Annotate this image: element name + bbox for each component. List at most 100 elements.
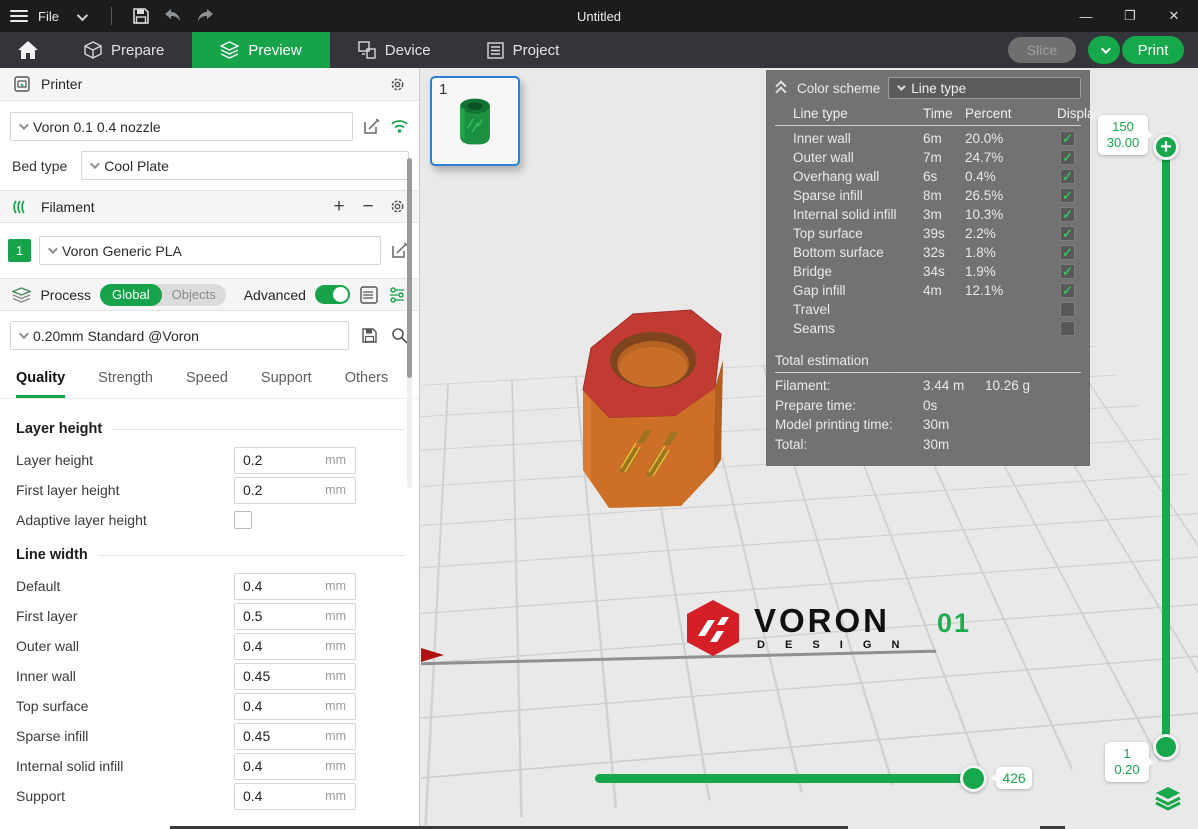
display-checkbox[interactable]: ✓ — [1060, 283, 1075, 298]
setting-value-field[interactable] — [235, 788, 305, 804]
tab-project[interactable]: Project — [459, 32, 588, 68]
wifi-icon[interactable] — [389, 117, 409, 137]
filament-slot-badge[interactable]: 1 — [8, 239, 31, 262]
setting-input[interactable]: mm — [234, 633, 356, 660]
process-list-icon[interactable] — [359, 285, 378, 305]
save-preset-icon[interactable] — [359, 326, 379, 346]
printer-settings-gear-icon[interactable] — [387, 74, 407, 94]
setting-value-field[interactable] — [235, 638, 305, 654]
process-tab-speed[interactable]: Speed — [186, 362, 228, 398]
close-button[interactable]: ✕ — [1156, 3, 1192, 29]
setting-value-field[interactable] — [235, 452, 305, 468]
display-checkbox[interactable]: ✓ — [1060, 131, 1075, 146]
setting-value-field[interactable] — [235, 698, 305, 714]
file-menu-chevron[interactable] — [69, 8, 93, 24]
search-icon[interactable] — [389, 326, 409, 346]
setting-label: Default — [16, 578, 234, 594]
sliced-model[interactable] — [561, 300, 741, 525]
tab-prepare[interactable]: Prepare — [56, 32, 192, 68]
setting-value-field[interactable] — [235, 608, 305, 624]
slice-button[interactable]: Slice — [1008, 37, 1076, 63]
setting-value-field[interactable] — [235, 728, 305, 744]
display-checkbox[interactable]: ✓ — [1060, 264, 1075, 279]
voron-hexagon-icon — [684, 598, 742, 658]
filament-select[interactable]: Voron Generic PLA — [39, 236, 381, 265]
setting-row: Internal solid infill mm — [0, 751, 420, 781]
display-checkbox[interactable]: ✓ — [1060, 207, 1075, 222]
setting-value-field[interactable] — [235, 668, 305, 684]
display-checkbox[interactable]: ✓ — [1060, 188, 1075, 203]
bed-type-select[interactable]: Cool Plate — [81, 151, 409, 180]
setting-row: Inner wall mm — [0, 661, 420, 691]
redo-icon[interactable] — [194, 5, 216, 27]
advanced-label: Advanced — [244, 287, 306, 303]
step-slider[interactable] — [595, 774, 985, 783]
line-type-percent: 26.5% — [965, 188, 1057, 203]
setting-value-field[interactable] — [235, 482, 305, 498]
print-dropdown-button[interactable] — [1088, 36, 1120, 64]
process-tab-support[interactable]: Support — [261, 362, 312, 398]
color-scheme-select[interactable]: Line type — [888, 77, 1081, 99]
collapse-panel-icon[interactable] — [775, 81, 789, 95]
display-checkbox[interactable] — [1060, 321, 1075, 336]
minimize-button[interactable]: — — [1068, 3, 1104, 29]
setting-input[interactable]: mm — [234, 573, 356, 600]
tab-device[interactable]: Device — [330, 32, 459, 68]
setting-input[interactable]: mm — [234, 783, 356, 810]
setting-value-field[interactable] — [235, 758, 305, 774]
scrollbar-thumb[interactable] — [407, 158, 412, 378]
save-icon[interactable] — [130, 5, 152, 27]
toggle-objects[interactable]: Objects — [162, 287, 226, 302]
print-button[interactable]: Print — [1122, 36, 1184, 64]
setting-input[interactable]: mm — [234, 663, 356, 690]
step-slider-handle[interactable] — [960, 765, 987, 792]
setting-input[interactable]: mm — [234, 753, 356, 780]
remove-filament-button[interactable]: − — [358, 198, 378, 216]
undo-icon[interactable] — [162, 5, 184, 27]
setting-input[interactable]: mm — [234, 693, 356, 720]
printer-edit-icon[interactable] — [361, 117, 381, 137]
settings-scrollbar[interactable] — [407, 158, 412, 488]
legend-row: Travel — [775, 300, 1081, 319]
line-type-label: Inner wall — [793, 131, 923, 146]
process-parameters-icon[interactable] — [388, 285, 407, 305]
setting-input[interactable]: mm — [234, 477, 356, 504]
filament-settings-gear-icon[interactable] — [387, 197, 407, 217]
plate-number: 1 — [439, 81, 447, 98]
hamburger-menu-icon[interactable] — [10, 10, 28, 22]
add-filament-button[interactable]: + — [329, 198, 349, 216]
advanced-toggle[interactable] — [315, 285, 350, 304]
process-tab-others[interactable]: Others — [345, 362, 389, 398]
filament-edit-icon[interactable] — [389, 241, 409, 261]
toggle-global[interactable]: Global — [100, 284, 162, 306]
display-checkbox[interactable]: ✓ — [1060, 226, 1075, 241]
display-checkbox[interactable]: ✓ — [1060, 150, 1075, 165]
process-tab-quality[interactable]: Quality — [16, 362, 65, 398]
line-type-label: Top surface — [793, 226, 923, 241]
setting-checkbox[interactable] — [234, 511, 252, 529]
setting-input[interactable]: mm — [234, 447, 356, 474]
layer-view-layers-icon[interactable] — [1154, 784, 1182, 812]
setting-input[interactable]: mm — [234, 723, 356, 750]
display-checkbox[interactable]: ✓ — [1060, 245, 1075, 260]
home-button[interactable] — [0, 32, 56, 68]
display-checkbox[interactable] — [1060, 302, 1075, 317]
total-value: 30m — [923, 417, 985, 432]
plate-thumbnail[interactable]: 1 — [430, 76, 520, 166]
layer-range-slider[interactable] — [1162, 148, 1170, 748]
total-value: 3.44 m — [923, 378, 985, 393]
setting-input[interactable]: mm — [234, 603, 356, 630]
process-preset-select[interactable]: 0.20mm Standard @Voron — [10, 321, 349, 350]
file-menu[interactable]: File — [38, 9, 59, 24]
logo-voron-text: VORON — [754, 606, 908, 636]
maximize-button[interactable]: ❐ — [1112, 3, 1148, 29]
3d-viewport[interactable]: 1 VORON D E S I G N — [421, 68, 1198, 829]
printer-select[interactable]: Voron 0.1 0.4 nozzle — [10, 112, 353, 141]
global-objects-toggle[interactable]: Global Objects — [100, 284, 226, 306]
display-checkbox[interactable]: ✓ — [1060, 169, 1075, 184]
chevron-down-icon — [48, 244, 58, 254]
tab-preview[interactable]: Preview — [192, 32, 329, 68]
setting-value-field[interactable] — [235, 578, 305, 594]
process-tab-strength[interactable]: Strength — [98, 362, 153, 398]
legend-row: Overhang wall 6s 0.4% ✓ — [775, 167, 1081, 186]
